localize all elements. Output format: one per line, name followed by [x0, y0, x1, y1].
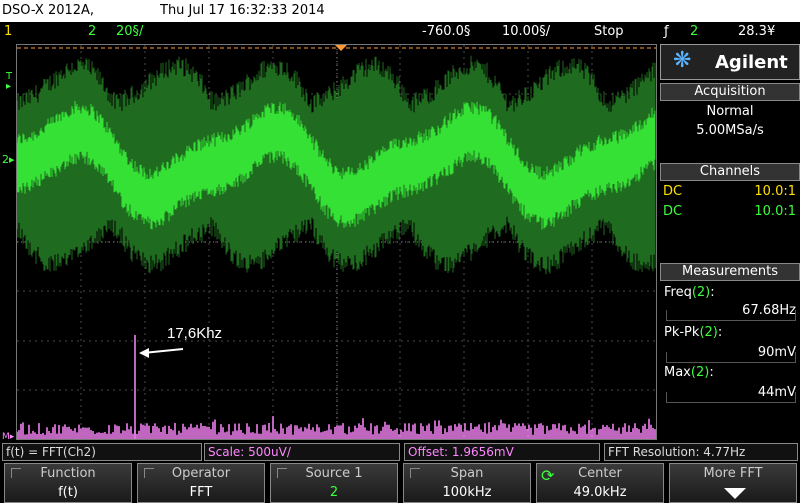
math-ground-marker: M▸	[2, 432, 15, 442]
channels-header: Channels	[660, 163, 800, 181]
sample-rate: 5.00MSa/s	[696, 123, 764, 138]
annotation-label: 17,6Khz	[167, 325, 223, 342]
divider	[666, 352, 796, 363]
softkey-more-fft[interactable]: More FFT	[669, 463, 797, 503]
softkey-span[interactable]: Span 100kHz	[403, 463, 531, 503]
agilent-logo: ❋ Agilent	[660, 44, 800, 80]
channel-2-probe-ratio: 10.0:1	[754, 204, 796, 219]
status-bar: 1 2 20§/ -760.0§ 10.00§/ Stop ƒ 2 28.3¥	[0, 22, 800, 42]
math-offset-info: Offset: 1.9656mV	[404, 443, 600, 461]
acquisition-mode: Normal	[706, 104, 754, 119]
channel-1-probe-ratio: 10.0:1	[754, 184, 796, 199]
measurements-header: Measurements	[660, 263, 800, 281]
spark-icon: ❋	[673, 48, 692, 73]
side-panel: ❋ Agilent Acquisition Normal 5.00MSa/s C…	[660, 44, 800, 440]
time-scale: 10.00§/	[502, 24, 551, 39]
run-state: Stop	[594, 24, 624, 39]
fft-resolution-info: FFT Resolution: 4.77Hz	[604, 443, 798, 461]
softkey-source-1[interactable]: Source 12	[270, 463, 398, 503]
trigger-edge-icon: ƒ	[664, 24, 669, 39]
trigger-source: 2	[690, 24, 699, 39]
measurement-label: Pk-Pk(2):	[664, 325, 723, 340]
down-arrow-icon	[724, 488, 746, 499]
softkey-center[interactable]: ⟳ Center 49.0kHz	[536, 463, 664, 503]
channel-2-scale: 20§/	[116, 24, 144, 39]
acquisition-header: Acquisition	[660, 83, 800, 101]
softkey-operator[interactable]: Operator FFT	[137, 463, 265, 503]
math-scale-info: Scale: 500uV/	[204, 443, 400, 461]
math-function-info: f(t) = FFT(Ch2)	[2, 443, 202, 461]
date-time: Thu Jul 17 16:32:33 2014	[160, 3, 325, 18]
trigger-level-marker: T ▸	[6, 71, 13, 92]
divider	[666, 310, 796, 321]
channel-1-indicator[interactable]: 1	[4, 24, 12, 39]
waveform-graticule	[17, 45, 656, 439]
waveform-display[interactable]: 17,6Khz	[16, 44, 657, 440]
channel-2-trace	[17, 55, 656, 275]
fft-spectrum-trace	[17, 335, 656, 439]
measurement-label: Freq(2):	[664, 285, 715, 300]
divider	[666, 392, 796, 403]
channel-2-ground-marker: 2▸	[2, 153, 15, 166]
channel-2-indicator[interactable]: 2	[88, 24, 96, 39]
measurement-label: Max(2):	[664, 365, 714, 380]
trigger-level: 28.3¥	[738, 24, 776, 39]
instrument-model: DSO-X 2012A,	[2, 3, 95, 18]
trigger-position-icon	[335, 45, 347, 51]
softkey-function[interactable]: Function f(t)	[4, 463, 132, 503]
time-offset: -760.0§	[422, 24, 471, 39]
channel-1-coupling: DC	[663, 184, 683, 199]
channel-2-coupling: DC	[663, 204, 683, 219]
fft-noise-floor	[17, 416, 656, 439]
title-bar: DSO-X 2012A, Thu Jul 17 16:32:33 2014	[0, 0, 800, 22]
